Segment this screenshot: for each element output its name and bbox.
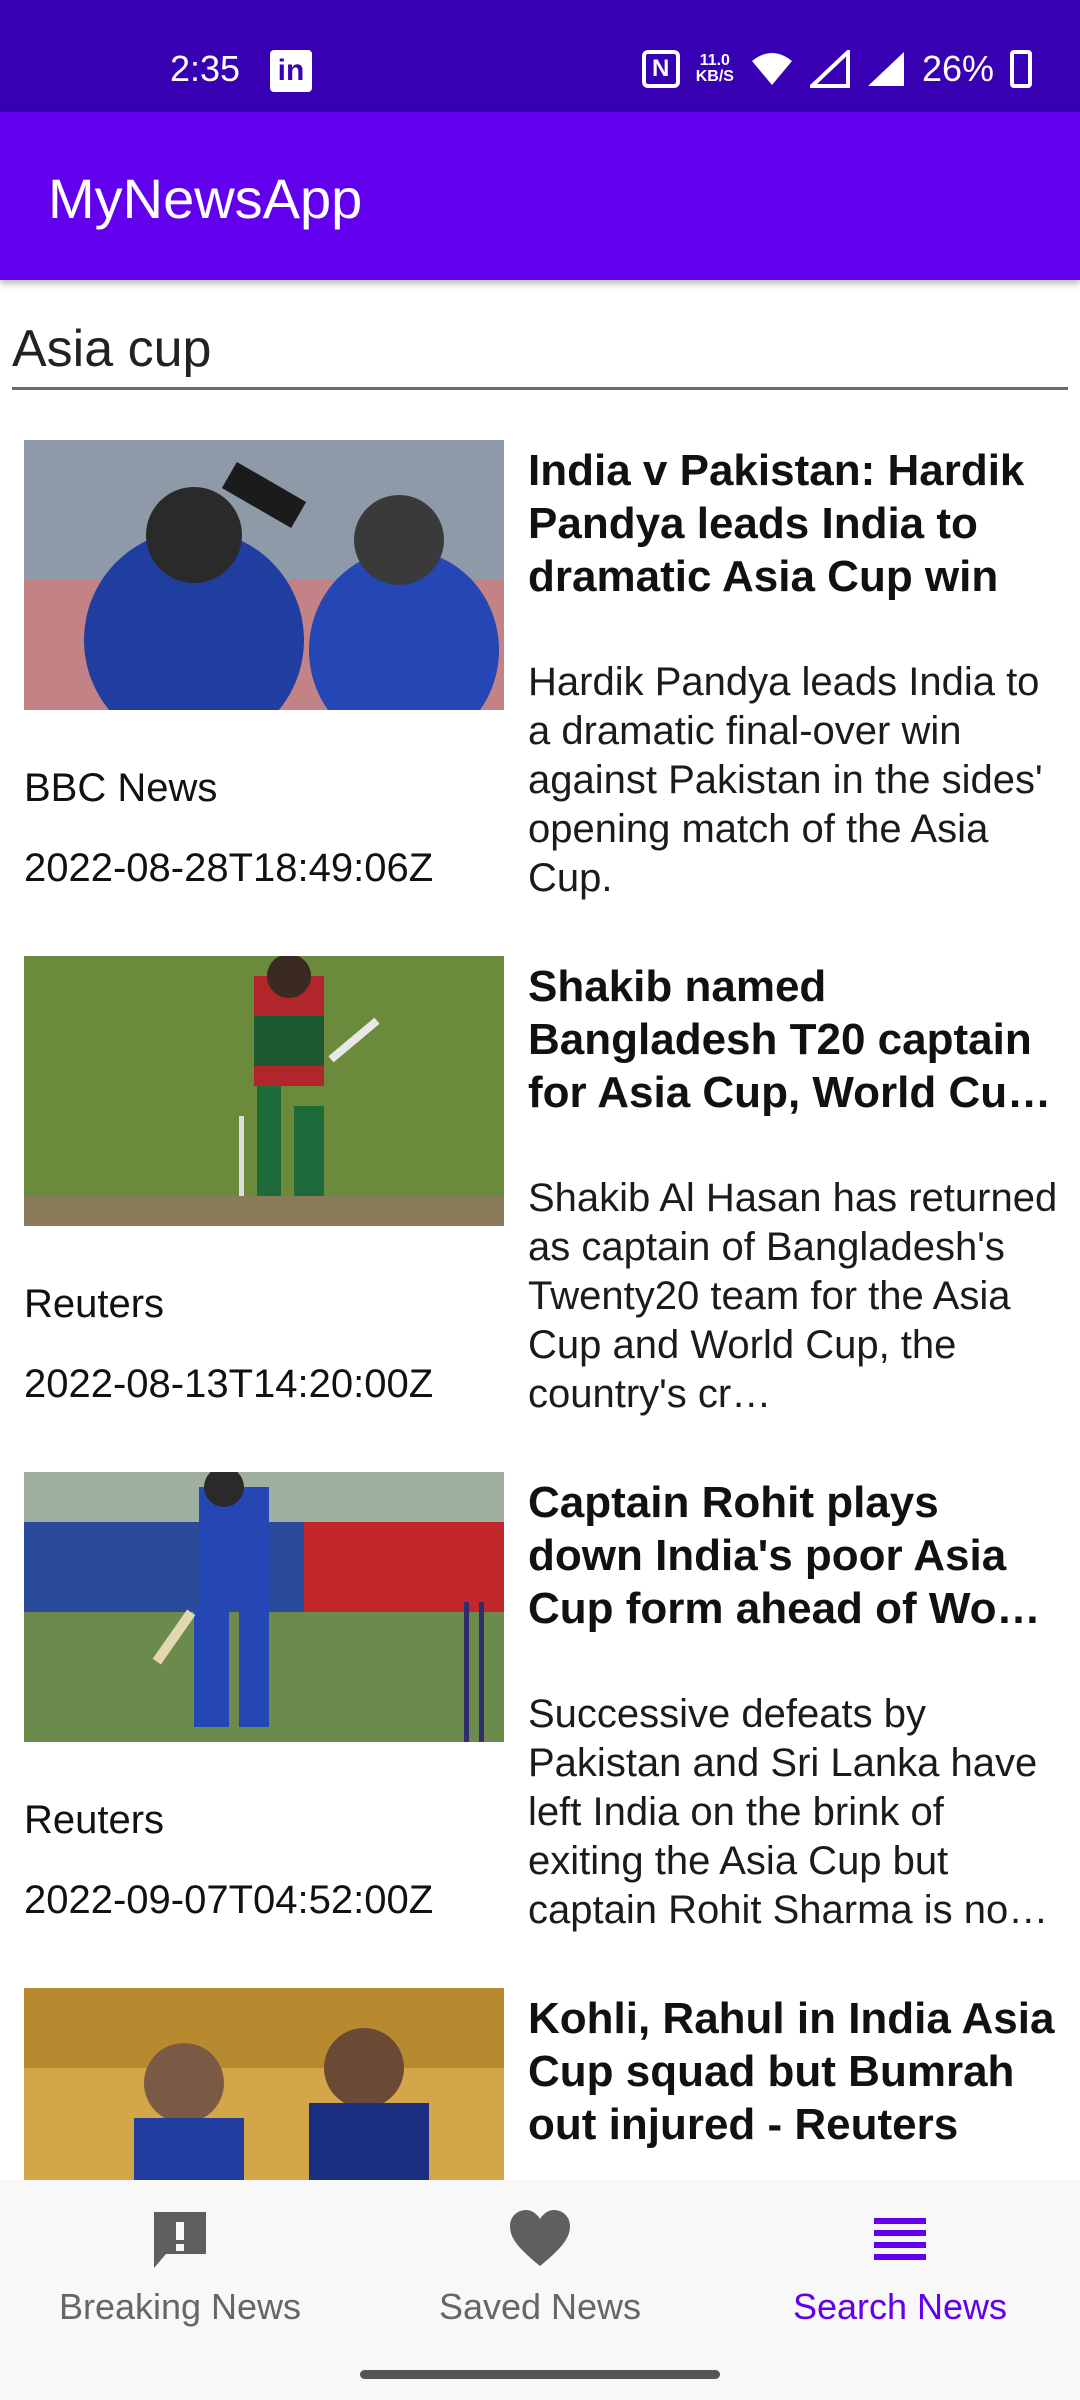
article-description: Successive defeats by Pakistan and Sri L… <box>528 1692 1049 1932</box>
nav-label: Saved News <box>438 2286 642 2327</box>
nav-search-news[interactable]: Search News <box>720 2208 1080 2338</box>
list-icon <box>874 2218 926 2260</box>
article-thumbnail <box>24 1988 504 2180</box>
article-description: Shakib Al Hasan has returned as captain … <box>528 1176 1058 1416</box>
article-thumbnail <box>24 956 504 1226</box>
app-bar: MyNewsApp <box>0 112 1080 280</box>
status-bar: 2:35 in N 11.0 KB/S 26% <box>0 0 1080 112</box>
nav-label: Search News <box>792 2286 1008 2327</box>
network-speed-unit: KB/S <box>695 68 734 85</box>
search-input[interactable] <box>12 310 1068 390</box>
article-title: India v Pakistan: Hardik Pandya leads In… <box>528 446 1025 601</box>
article-date: 2022-08-28T18:49:06Z <box>24 846 434 890</box>
linkedin-icon: in <box>270 50 312 92</box>
article-list[interactable]: India v Pakistan: Hardik Pandya leads In… <box>0 440 1080 2180</box>
article-date: 2022-09-07T04:52:00Z <box>24 1878 434 1922</box>
battery-percent: 26% <box>921 48 994 89</box>
battery-icon <box>1010 50 1032 88</box>
app-title: MyNewsApp <box>48 167 363 230</box>
article-description: Hardik Pandya leads India to a dramatic … <box>528 660 1043 900</box>
article-thumbnail <box>24 440 504 710</box>
status-icons: N 11.0 KB/S 26% <box>641 48 1032 90</box>
article-item[interactable]: Kohli, Rahul in India Asia Cup squad but… <box>0 1988 1080 2180</box>
article-item[interactable]: Shakib named Bangladesh T20 captain for … <box>0 956 1080 1472</box>
network-speed-value: 11.0 <box>699 52 730 69</box>
nav-saved-news[interactable]: Saved News <box>360 2208 720 2338</box>
article-item[interactable]: Captain Rohit plays down India's poor As… <box>0 1472 1080 1988</box>
signal-icon <box>809 50 850 88</box>
nav-breaking-news[interactable]: Breaking News <box>0 2208 360 2338</box>
bottom-navigation: Breaking News Saved News Search News <box>0 2180 1080 2400</box>
article-date: 2022-08-13T14:20:00Z <box>24 1362 434 1406</box>
article-item[interactable]: India v Pakistan: Hardik Pandya leads In… <box>0 440 1080 956</box>
network-speed: 11.0 KB/S <box>696 53 734 85</box>
article-title: Kohli, Rahul in India Asia Cup squad but… <box>528 1994 1055 2149</box>
status-time: 2:35 <box>170 48 241 89</box>
article-source: BBC News <box>24 766 218 810</box>
article-thumbnail <box>24 1472 504 1742</box>
signal-icon-2 <box>867 52 904 86</box>
article-title: Captain Rohit plays down India's poor As… <box>528 1478 1053 1633</box>
article-source: Reuters <box>24 1798 165 1842</box>
alert-icon <box>154 2212 206 2268</box>
article-source: Reuters <box>24 1282 165 1326</box>
wifi-icon <box>751 53 792 85</box>
nav-label: Breaking News <box>58 2286 302 2327</box>
article-title: Shakib named Bangladesh T20 captain for … <box>528 962 1034 1117</box>
heart-icon <box>510 2210 570 2266</box>
nfc-icon: N <box>641 50 680 88</box>
home-indicator[interactable] <box>360 2370 720 2379</box>
